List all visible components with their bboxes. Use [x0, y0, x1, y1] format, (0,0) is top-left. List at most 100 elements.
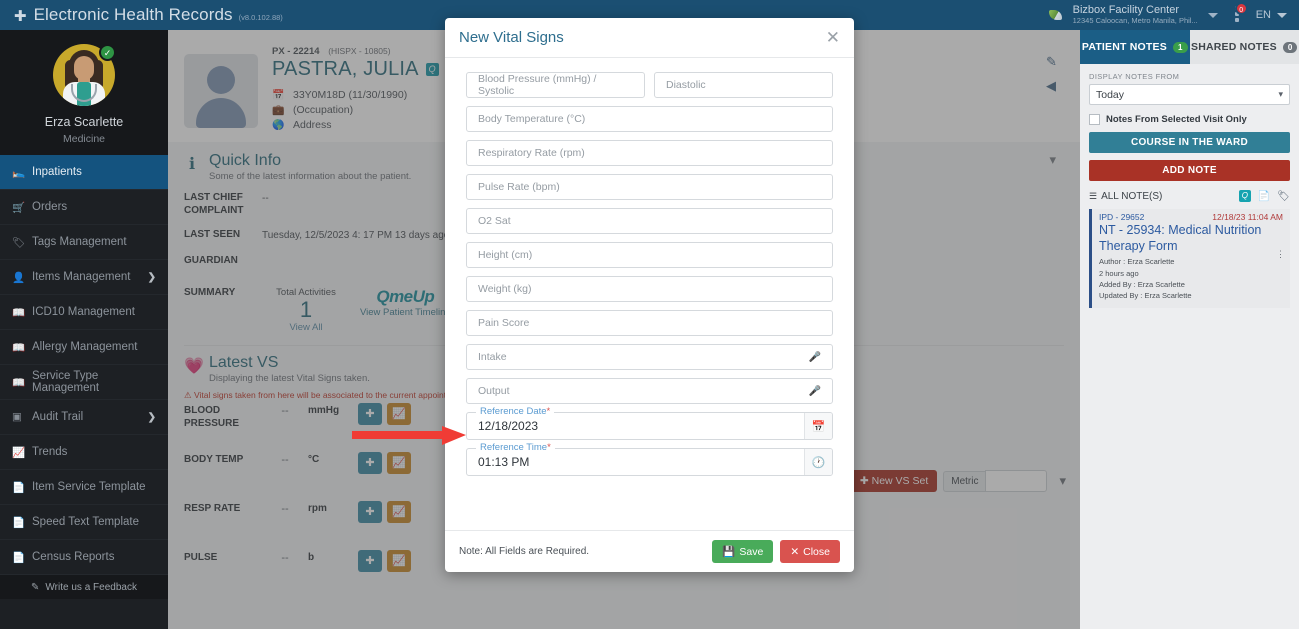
microphone-icon[interactable]: 🎤 — [809, 352, 821, 363]
quick-info-collapse-chevron-icon[interactable]: ▾ — [1049, 152, 1064, 168]
notes-body: DISPLAY NOTES FROM Today ▾ Notes From Se… — [1080, 64, 1299, 316]
input-weight-kg[interactable]: Weight (kg) — [466, 276, 833, 302]
reference-time-fieldset[interactable]: Reference Time* 01:13 PM 🕐 — [466, 442, 833, 476]
save-label: Save — [739, 545, 764, 558]
collapse-panel-icon[interactable]: ◀ — [1046, 78, 1057, 94]
sidebar-item-trends[interactable]: 📈 Trends — [0, 435, 168, 470]
selected-visit-checkbox[interactable] — [1089, 114, 1100, 125]
note-title[interactable]: NT - 25934: Medical Nutrition Therapy Fo… — [1099, 223, 1283, 254]
tab-shared-notes[interactable]: SHARED NOTES 0 — [1189, 30, 1299, 64]
close-button[interactable]: ✕ Close — [780, 540, 840, 563]
clock-picker-icon[interactable]: 🕐 — [804, 449, 832, 475]
input-height-cm[interactable]: Height (cm) — [466, 242, 833, 268]
metric-input-group[interactable]: Metric — [943, 470, 1048, 492]
sidebar-nav-list: 🛌 Inpatients 🛒 Orders 🏷 Tags Management 👤 Items… — [0, 155, 168, 575]
qmeup-icon[interactable]: Q — [1238, 190, 1251, 202]
reference-time-value[interactable]: 01:13 PM — [467, 455, 540, 469]
input-pain-score[interactable]: Pain Score — [466, 310, 833, 336]
all-notes-row: ☰ ALL NOTE(S) Q 📄 🏷 — [1089, 190, 1290, 202]
sidebar-item-label: Census Reports — [32, 551, 115, 563]
input-placeholder: Respiratory Rate (rpm) — [478, 147, 585, 159]
sidebar-item-inpatients[interactable]: 🛌 Inpatients — [0, 155, 168, 190]
reference-date-fieldset[interactable]: Reference Date* 12/18/2023 📅 — [466, 406, 833, 440]
microphone-icon[interactable]: 🎤 — [809, 386, 821, 397]
sidebar-item-allergy-management[interactable]: 📖 Allergy Management — [0, 330, 168, 365]
sidebar-item-speed-text-template[interactable]: 📄 Speed Text Template — [0, 505, 168, 540]
trend-vs-button[interactable]: 📈 — [387, 403, 411, 426]
qmeup-timeline-block[interactable]: QmeUp View Patient Timeline — [360, 287, 451, 318]
input-o2-sat[interactable]: O2 Sat — [466, 208, 833, 234]
app-brand[interactable]: ✚ Electronic Health Records (v8.0.102.88… — [0, 5, 283, 25]
trend-vs-button[interactable]: 📈 — [387, 501, 411, 524]
user-name: Erza Scarlette — [44, 115, 124, 129]
input-pulse-rate-bpm[interactable]: Pulse Rate (bpm) — [466, 174, 833, 200]
input-body-temperature-c[interactable]: Body Temperature (°C) — [466, 106, 833, 132]
input-placeholder: Pain Score — [478, 317, 530, 329]
sidebar-item-service-type-management[interactable]: 📖 Service Type Management — [0, 365, 168, 400]
user-role: Medicine — [62, 133, 106, 145]
sidebar-item-item-service-template[interactable]: 📄 Item Service Template — [0, 470, 168, 505]
edit-note-icon[interactable]: ✎ — [1046, 54, 1057, 70]
sidebar-item-audit-trail[interactable]: ▣ Audit Trail ❯ — [0, 400, 168, 435]
quick-info-row-label: GUARDIAN — [184, 254, 238, 266]
qmeup-badge-icon[interactable]: Q — [425, 63, 439, 76]
calendar-picker-icon[interactable]: 📅 — [804, 413, 832, 439]
note-ago: 2 hours ago — [1099, 268, 1139, 278]
sidebar-item-tags-management[interactable]: 🏷 Tags Management — [0, 225, 168, 260]
add-vs-button[interactable]: ✚ — [358, 452, 382, 475]
input-output[interactable]: Output 🎤 — [466, 378, 833, 404]
note-kebab-menu-icon[interactable]: ⋮ — [1276, 250, 1285, 259]
language-selector[interactable]: EN — [1256, 9, 1299, 21]
input-intake[interactable]: Intake 🎤 — [466, 344, 833, 370]
write-feedback-link[interactable]: ✎ Write us a Feedback — [0, 575, 168, 599]
patient-age-dob: 33Y0M18D (11/30/1990) — [293, 89, 408, 101]
sidebar-item-label: Service Type Management — [32, 370, 100, 394]
vs-collapse-chevron-icon[interactable]: ▾ — [1059, 473, 1066, 489]
sidebar-item-orders[interactable]: 🛒 Orders — [0, 190, 168, 225]
view-patient-timeline-link[interactable]: View Patient Timeline — [360, 307, 451, 318]
note-updated-by: Updated By : Erza Scarlette — [1099, 291, 1192, 300]
tab-patient-notes[interactable]: PATIENT NOTES 1 — [1080, 30, 1190, 64]
close-icon[interactable]: ✕ — [826, 29, 840, 46]
display-notes-from-select[interactable]: Today ▾ — [1089, 84, 1290, 105]
quick-info-subtitle: Some of the latest information about the… — [209, 171, 412, 182]
view-all-link[interactable]: View All — [262, 322, 350, 333]
note-card[interactable]: IPD - 29652 12/18/23 11:04 AM NT - 25934… — [1089, 209, 1290, 309]
input-diastolic[interactable]: Diastolic — [654, 72, 833, 98]
save-disk-icon: 💾 — [722, 546, 736, 558]
input-placeholder: Body Temperature (°C) — [478, 113, 586, 125]
reference-date-value[interactable]: 12/18/2023 — [467, 419, 549, 433]
metric-input[interactable] — [985, 470, 1048, 492]
add-vs-button[interactable]: ✚ — [358, 550, 382, 573]
selected-visit-checkbox-row[interactable]: Notes From Selected Visit Only — [1089, 114, 1290, 125]
add-vs-button[interactable]: ✚ — [358, 501, 382, 524]
note-date: 12/18/23 11:04 AM — [1212, 212, 1283, 222]
sidebar-item-icd10-management[interactable]: 📖 ICD10 Management — [0, 295, 168, 330]
briefcase-icon: 💼 — [272, 104, 285, 116]
sidebar-item-census-reports[interactable]: 📄 Census Reports — [0, 540, 168, 575]
add-vs-button[interactable]: ✚ — [358, 403, 382, 426]
vs-left-value: -- — [281, 405, 289, 418]
add-note-button[interactable]: ADD NOTE — [1089, 160, 1290, 181]
course-in-the-ward-button[interactable]: COURSE IN THE WARD — [1089, 132, 1290, 153]
display-notes-from-label: DISPLAY NOTES FROM — [1089, 72, 1180, 81]
trend-vs-button[interactable]: 📈 — [387, 452, 411, 475]
online-check-icon: ✓ — [99, 44, 116, 61]
copy-icon[interactable]: 📄 — [1258, 191, 1270, 202]
chart-icon: 📈 — [12, 446, 26, 459]
sidebar-item-items-management[interactable]: 👤 Items Management ❯ — [0, 260, 168, 295]
input-blood-pressure-mmhg-systolic[interactable]: Blood Pressure (mmHg) / Systolic — [466, 72, 645, 98]
tag-icon[interactable]: 🏷 — [1277, 191, 1290, 202]
trend-vs-button[interactable]: 📈 — [387, 550, 411, 573]
save-button[interactable]: 💾 Save — [712, 540, 774, 563]
facility-selector[interactable]: Bizbox Facility Center 12345 Caloocan, M… — [1073, 4, 1198, 25]
reference-date-label-text: Reference Date — [480, 406, 547, 417]
vs-left-unit: b — [308, 552, 315, 564]
user-profile-block[interactable]: ✓ Erza Scarlette Medicine — [0, 30, 168, 155]
input-respiratory-rate-rpm[interactable]: Respiratory Rate (rpm) — [466, 140, 833, 166]
tab-shared-notes-label: SHARED NOTES — [1191, 41, 1277, 53]
quick-info-row-label: LAST CHIEF COMPLAINT — [184, 192, 244, 216]
facility-chevron-down-icon[interactable] — [1207, 12, 1218, 18]
kebab-menu-icon[interactable]: 0 — [1228, 2, 1248, 26]
new-vs-set-button[interactable]: ✚ New VS Set — [850, 470, 938, 492]
